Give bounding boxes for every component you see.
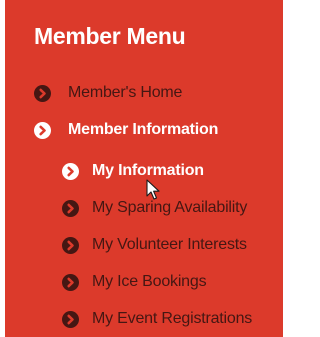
menu-item-label: My Ice Bookings: [92, 273, 207, 290]
menu-item-label: My Volunteer Interests: [92, 236, 247, 253]
chevron-right-circle-icon: [34, 84, 51, 102]
menu-title: Member Menu: [34, 23, 186, 49]
menu-item-label: Member Information: [68, 121, 219, 138]
menu-item-my-volunteer-interests[interactable]: My Volunteer Interests: [62, 235, 247, 255]
menu-item-my-ice-bookings[interactable]: My Ice Bookings: [62, 272, 207, 292]
chevron-right-circle-icon: [62, 310, 79, 328]
menu-item-label: My Event Registrations: [92, 310, 253, 327]
menu-item-my-information[interactable]: My Information: [62, 161, 204, 181]
menu-item-member-information[interactable]: Member Information: [34, 120, 218, 140]
chevron-right-circle-icon: [62, 162, 79, 180]
chevron-right-circle-icon: [62, 199, 79, 217]
menu-item-label: My Information: [92, 162, 204, 179]
menu-item-my-sparing-availability[interactable]: My Sparing Availability: [62, 198, 247, 218]
chevron-right-circle-icon: [34, 121, 51, 139]
chevron-right-circle-icon: [62, 273, 79, 291]
chevron-right-circle-icon: [62, 236, 79, 254]
menu-item-members-home[interactable]: Member's Home: [34, 83, 182, 103]
member-menu-panel: Member Menu Member's Home Member Informa…: [5, 0, 283, 337]
menu-item-my-event-registrations[interactable]: My Event Registrations: [62, 309, 252, 329]
menu-item-label: My Sparing Availability: [92, 199, 248, 216]
menu-item-label: Member's Home: [68, 84, 183, 101]
mouse-pointer-icon: [146, 179, 160, 200]
